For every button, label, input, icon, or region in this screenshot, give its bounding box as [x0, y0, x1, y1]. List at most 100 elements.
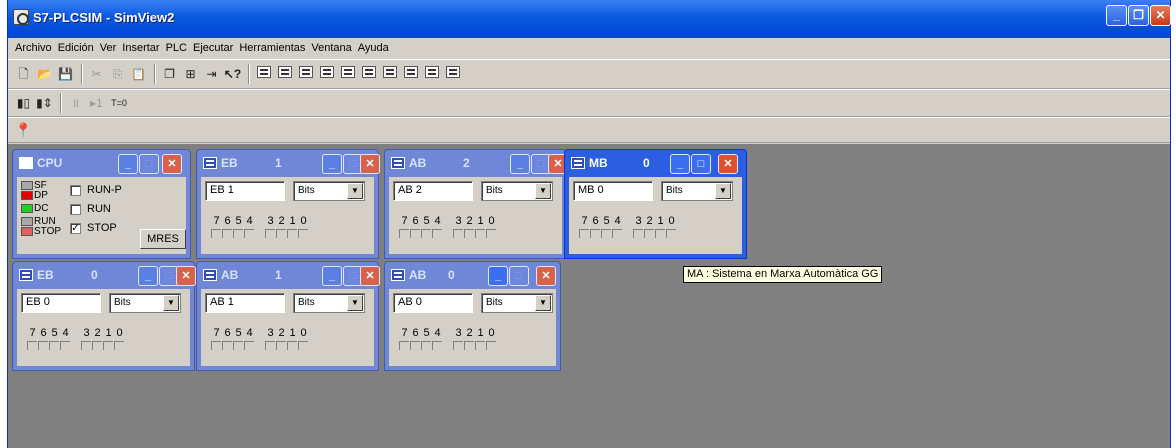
format-value: Bits — [298, 185, 315, 196]
cpu-maximize-button[interactable]: □ — [139, 154, 159, 174]
bit-labels: 76543210 — [401, 327, 495, 339]
save-icon[interactable]: 💾 — [56, 65, 75, 83]
insert-output-icon[interactable] — [275, 65, 294, 83]
continuous-scan-icon[interactable]: ▮⇕ — [35, 94, 54, 112]
output-byte-window[interactable]: AB 0 _ □ ✕ AB 0 Bits ▼ 76543210 — [384, 261, 561, 371]
tile-windows-icon[interactable]: ⊞ — [181, 65, 200, 83]
address-field[interactable]: AB 1 — [205, 293, 285, 313]
window-minimize-button[interactable]: _ — [488, 266, 508, 286]
window-maximize-button[interactable]: □ — [691, 154, 711, 174]
chevron-down-icon[interactable]: ▼ — [347, 295, 363, 311]
cpu-close-button[interactable]: ✕ — [162, 154, 182, 174]
pause-icon[interactable]: ॥ — [66, 94, 85, 112]
address-field[interactable]: EB 0 — [21, 293, 101, 313]
menu-edicion[interactable]: Edición — [55, 42, 97, 54]
address-field[interactable]: AB 0 — [393, 293, 473, 313]
single-scan-icon[interactable]: ▮▯ — [14, 94, 33, 112]
menu-ayuda[interactable]: Ayuda — [355, 42, 392, 54]
run-label: RUN — [87, 203, 111, 215]
minimize-button[interactable]: _ — [1106, 5, 1127, 26]
led-run — [21, 217, 33, 226]
menu-herramientas[interactable]: Herramientas — [236, 42, 308, 54]
marker-byte-window[interactable]: MB 0 _ □ ✕ MB 0 Bits ▼ 76543210 — [564, 149, 747, 259]
chevron-down-icon[interactable]: ▼ — [163, 295, 179, 311]
bit-checkboxes[interactable] — [27, 341, 125, 353]
window-minimize-button[interactable]: _ — [138, 266, 158, 286]
insert-input-icon[interactable] — [254, 65, 273, 83]
format-select[interactable]: Bits ▼ — [481, 293, 553, 313]
cut-icon[interactable]: ✂ — [87, 65, 106, 83]
window-close-button[interactable]: ✕ — [360, 154, 380, 174]
bit-checkboxes[interactable] — [211, 229, 309, 241]
output-byte-window[interactable]: AB 2 _ □ ✕ AB 2 Bits ▼ 76543210 — [384, 149, 568, 259]
reset-timers-button[interactable]: T=0 — [108, 94, 130, 112]
window-minimize-button[interactable]: _ — [670, 154, 690, 174]
chevron-down-icon[interactable]: ▼ — [347, 183, 363, 199]
cascade-windows-icon[interactable]: ❐ — [160, 65, 179, 83]
output-byte-window[interactable]: AB 1 _ □ ✕ AB 1 Bits ▼ 76543210 — [196, 261, 380, 371]
stop-checkbox[interactable]: ✓ — [70, 223, 81, 234]
bit-checkboxes[interactable] — [579, 229, 677, 241]
window-minimize-button[interactable]: _ — [510, 154, 530, 174]
address-field[interactable]: AB 2 — [393, 181, 473, 201]
insert-marker-icon[interactable] — [296, 65, 315, 83]
menu-ventana[interactable]: Ventana — [308, 42, 354, 54]
insert-stack-icon[interactable] — [401, 65, 420, 83]
format-select[interactable]: Bits ▼ — [481, 181, 553, 201]
menu-archivo[interactable]: Archivo — [12, 42, 55, 54]
run-p-label: RUN-P — [87, 184, 122, 196]
menu-ejecutar[interactable]: Ejecutar — [190, 42, 236, 54]
mres-button[interactable]: MRES — [140, 229, 186, 249]
open-folder-icon[interactable]: 📂 — [35, 65, 54, 83]
window-minimize-button[interactable]: _ — [322, 154, 342, 174]
run-p-checkbox[interactable] — [70, 185, 81, 196]
address-field[interactable]: MB 0 — [573, 181, 653, 201]
run-checkbox[interactable] — [70, 204, 81, 215]
window-close-button[interactable]: ✕ — [360, 266, 380, 286]
cpu-icon — [19, 157, 33, 169]
menu-insertar[interactable]: Insertar — [119, 42, 162, 54]
menu-plc[interactable]: PLC — [163, 42, 190, 54]
window-title-number: 1 — [275, 156, 282, 170]
insert-counter-icon[interactable] — [338, 65, 357, 83]
format-select[interactable]: Bits ▼ — [109, 293, 181, 313]
new-file-icon[interactable]: 🗋 — [14, 65, 33, 83]
insert-generic-icon[interactable] — [359, 65, 378, 83]
cpu-window[interactable]: CPU _ □ ✕ SF DP DC RUN STOP RUN-P RUN ✓ … — [12, 149, 191, 259]
chevron-down-icon[interactable]: ▼ — [535, 183, 551, 199]
input-byte-window[interactable]: EB 0 _ □ ✕ EB 0 Bits ▼ 76543210 — [12, 261, 196, 371]
window-maximize-button[interactable]: □ — [509, 266, 529, 286]
help-pointer-icon[interactable]: ↖? — [223, 65, 242, 83]
chevron-down-icon[interactable]: ▼ — [535, 295, 551, 311]
insert-accu-icon[interactable] — [422, 65, 441, 83]
paste-icon[interactable]: 📋 — [129, 65, 148, 83]
menu-ver[interactable]: Ver — [97, 42, 120, 54]
step-icon[interactable]: ▸1 — [87, 94, 106, 112]
restore-button[interactable]: ❐ — [1128, 5, 1149, 26]
bit-checkboxes[interactable] — [399, 229, 497, 241]
red-pin-icon[interactable]: 📍 — [14, 121, 33, 139]
insert-timer-icon[interactable] — [317, 65, 336, 83]
format-select[interactable]: Bits ▼ — [293, 181, 365, 201]
window-close-button[interactable]: ✕ — [718, 154, 738, 174]
chevron-down-icon[interactable]: ▼ — [715, 183, 731, 199]
insert-vertical-bits-icon[interactable] — [380, 65, 399, 83]
copy-icon[interactable]: ⎘ — [108, 65, 127, 83]
close-button[interactable]: ✕ — [1150, 5, 1171, 26]
stop-label: STOP — [87, 222, 117, 234]
input-byte-window[interactable]: EB 1 _ □ ✕ EB 1 Bits ▼ 76543210 — [196, 149, 380, 259]
bit-checkboxes[interactable] — [211, 341, 309, 353]
window-close-button[interactable]: ✕ — [176, 266, 196, 286]
plcsim-app-icon[interactable] — [13, 9, 29, 25]
cpu-minimize-button[interactable]: _ — [118, 154, 138, 174]
bit-checkboxes[interactable] — [399, 341, 497, 353]
window-title-name: EB — [221, 156, 238, 170]
format-select[interactable]: Bits ▼ — [293, 293, 365, 313]
address-field[interactable]: EB 1 — [205, 181, 285, 201]
window-close-button[interactable]: ✕ — [536, 266, 556, 286]
insert-register-icon[interactable] — [443, 65, 462, 83]
window-minimize-button[interactable]: _ — [322, 266, 342, 286]
format-select[interactable]: Bits ▼ — [661, 181, 733, 201]
format-value: Bits — [298, 297, 315, 308]
pin-icon[interactable]: ⇥ — [202, 65, 221, 83]
